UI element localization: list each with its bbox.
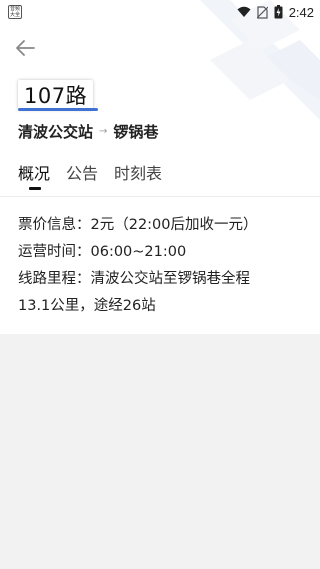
no-sim-icon: [256, 5, 268, 19]
route-badge: 107路: [18, 80, 94, 110]
route-origin: 清波公交站: [18, 123, 94, 141]
battery-charging-icon: [274, 5, 283, 19]
arrow-left-icon: [16, 40, 35, 56]
route-info: 票价信息：2元（22:00后加收一元） 运营时间：06:00~21:00 线路里…: [18, 212, 308, 320]
mileage-label: 线路里程：: [18, 271, 91, 287]
tab-bar: 概况 公告 时刻表: [18, 160, 162, 192]
route-underline: [18, 108, 98, 111]
status-bar: 音频 大全 2:42: [0, 0, 320, 24]
hours-row: 运营时间：06:00~21:00: [18, 239, 308, 266]
tab-timetable[interactable]: 时刻表: [114, 160, 162, 192]
divider: [0, 196, 320, 197]
mileage-row: 线路里程：清波公交站至锣锅巷全程: [18, 266, 308, 293]
mileage-continued: 13.1公里，途经26站: [18, 298, 156, 314]
fare-value: 2元（22:00后加收一元）: [90, 217, 258, 233]
status-time: 2:42: [288, 4, 314, 20]
route-card: 音频 大全 2:42 107路 清波公交站 → 锣锅巷 概况 公告 时刻表 票价…: [0, 0, 320, 334]
wifi-icon: [237, 6, 251, 17]
fare-row: 票价信息：2元（22:00后加收一元）: [18, 212, 308, 239]
fare-label: 票价信息：: [18, 217, 91, 233]
route-destination: 锣锅巷: [113, 123, 159, 141]
app-notification-icon: 音频 大全: [8, 5, 22, 19]
route-name: 107路: [24, 84, 88, 108]
route-direction[interactable]: 清波公交站 → 锣锅巷: [18, 121, 158, 142]
direction-arrow: →: [99, 126, 108, 137]
tab-overview[interactable]: 概况: [18, 160, 50, 192]
tab-notice[interactable]: 公告: [66, 160, 98, 192]
mileage-value: 清波公交站至锣锅巷全程: [90, 271, 251, 287]
back-button[interactable]: [12, 34, 40, 62]
hours-label: 运营时间：: [18, 244, 91, 260]
hours-value: 06:00~21:00: [90, 244, 187, 260]
